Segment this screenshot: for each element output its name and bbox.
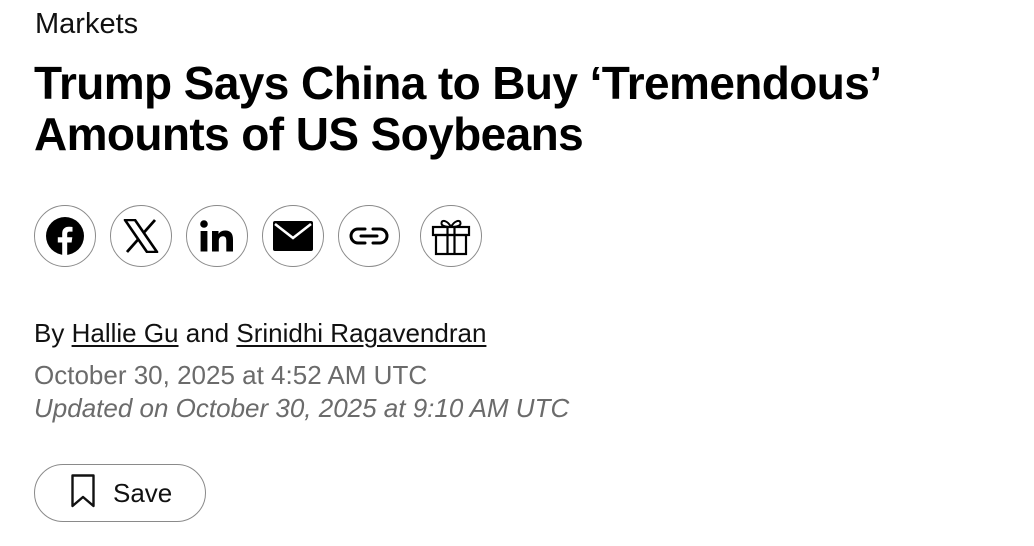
headline-line-2: Amounts of US Soybeans <box>34 108 584 160</box>
share-copy-link-button[interactable] <box>338 205 400 267</box>
facebook-icon <box>45 216 85 256</box>
link-icon <box>349 226 389 246</box>
section-label[interactable]: Markets <box>35 6 138 42</box>
author-link-2[interactable]: Srinidhi Ragavendran <box>236 318 486 348</box>
save-button[interactable]: Save <box>34 464 206 522</box>
share-email-button[interactable] <box>262 205 324 267</box>
author-link-1[interactable]: Hallie Gu <box>72 318 179 348</box>
share-x-button[interactable] <box>110 205 172 267</box>
updated-timestamp: Updated on October 30, 2025 at 9:10 AM U… <box>34 393 570 423</box>
byline-prefix: By <box>34 318 65 348</box>
byline: By Hallie Gu and Srinidhi Ragavendran <box>34 316 486 350</box>
headline: Trump Says China to Buy ‘Tremendous’ Amo… <box>34 58 994 160</box>
gift-article-button[interactable] <box>420 205 482 267</box>
gift-icon <box>431 216 471 256</box>
linkedin-icon <box>200 220 234 252</box>
x-icon <box>123 219 159 253</box>
published-timestamp: October 30, 2025 at 4:52 AM UTC <box>34 360 428 390</box>
save-label: Save <box>113 478 173 508</box>
share-facebook-button[interactable] <box>34 205 96 267</box>
byline-conjunction: and <box>185 318 230 348</box>
headline-line-1: Trump Says China to Buy ‘Tremendous’ <box>34 57 882 109</box>
share-linkedin-button[interactable] <box>186 205 248 267</box>
bookmark-icon <box>71 473 95 513</box>
envelope-icon <box>273 221 313 251</box>
